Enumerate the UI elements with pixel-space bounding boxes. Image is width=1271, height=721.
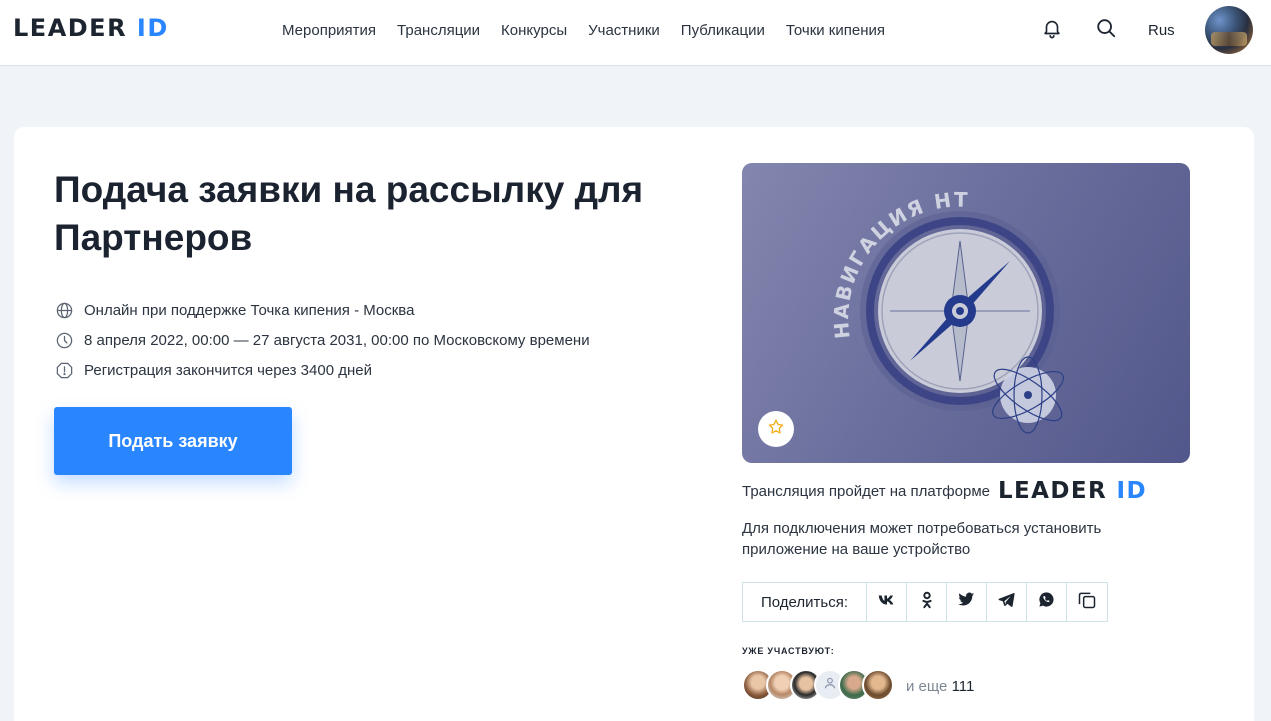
alert-icon [54,360,74,380]
share-copy-button[interactable] [1067,583,1107,621]
share-whatsapp-button[interactable] [1027,583,1067,621]
nav-participants[interactable]: Участники [588,21,660,41]
copy-icon [1077,590,1097,615]
twitter-icon [958,592,975,612]
language-switch[interactable]: Rus [1148,21,1175,41]
event-cover-image: НАВИГАЦИЯ НТИ [742,163,1190,463]
nav-publications[interactable]: Публикации [681,21,765,41]
platform-info: Трансляция пройдет на платформе LEADER I… [742,478,1147,504]
participant-avatar [862,669,894,701]
logo-main-text: LEADER [13,14,128,42]
event-meta: Онлайн при поддержке Точка кипения - Мос… [54,295,590,385]
whatsapp-icon [1038,591,1055,613]
top-header: LEADER ID Мероприятия Трансляции Конкурс… [0,0,1271,66]
bell-icon[interactable] [1040,16,1064,40]
share-telegram-button[interactable] [987,583,1027,621]
nav-broadcasts[interactable]: Трансляции [397,21,480,41]
event-location: Онлайн при поддержке Точка кипения - Мос… [84,301,415,319]
leader-id-logo[interactable]: LEADER ID [13,13,169,43]
platform-note: Для подключения может потребоваться уста… [742,520,1102,558]
favorite-button[interactable] [758,411,794,447]
platform-text: Трансляция пройдет на платформе [742,482,990,500]
event-dates-row: 8 апреля 2022, 00:00 — 27 августа 2031, … [54,325,590,355]
platform-logo-id: ID [1116,478,1147,504]
event-title: Подача заявки на рассылку для Партнеров [54,169,644,258]
compass-illustration: НАВИГАЦИЯ НТИ [742,163,1064,434]
event-dates: 8 апреля 2022, 00:00 — 27 августа 2031, … [84,331,590,349]
event-registration-row: Регистрация закончится через 3400 дней [54,355,590,385]
event-registration: Регистрация закончится через 3400 дней [84,361,372,379]
vk-icon [878,593,896,611]
user-avatar[interactable] [1205,6,1253,54]
nav-growth-points[interactable]: Точки кипения [786,21,885,41]
participants-more-prefix: и еще [906,678,948,695]
main-nav: Мероприятия Трансляции Конкурсы Участник… [282,21,906,41]
globe-icon [54,300,74,320]
platform-logo-main: LEADER [997,478,1108,504]
nav-contests[interactable]: Конкурсы [501,21,567,41]
participants-more-count: 111 [951,678,975,695]
telegram-icon [998,592,1015,612]
share-ok-button[interactable] [907,583,947,621]
apply-button[interactable]: Подать заявку [54,407,292,475]
nav-events[interactable]: Мероприятия [282,21,376,41]
share-vk-button[interactable] [867,583,907,621]
odnoklassniki-icon [920,591,934,614]
share-label: Поделиться: [743,583,867,621]
search-icon[interactable] [1094,16,1118,40]
user-icon [823,676,837,695]
participants-avatars[interactable] [742,669,894,701]
logo-id-text: ID [136,14,169,42]
share-twitter-button[interactable] [947,583,987,621]
share-bar: Поделиться: [742,582,1108,622]
clock-icon [54,330,74,350]
participants-more[interactable]: и еще 111 [906,678,974,695]
platform-logo: LEADER ID [998,478,1147,504]
event-location-row: Онлайн при поддержке Точка кипения - Мос… [54,295,590,325]
star-icon [767,418,785,441]
participants-title: УЖЕ УЧАСТВУЮТ: [742,646,835,656]
